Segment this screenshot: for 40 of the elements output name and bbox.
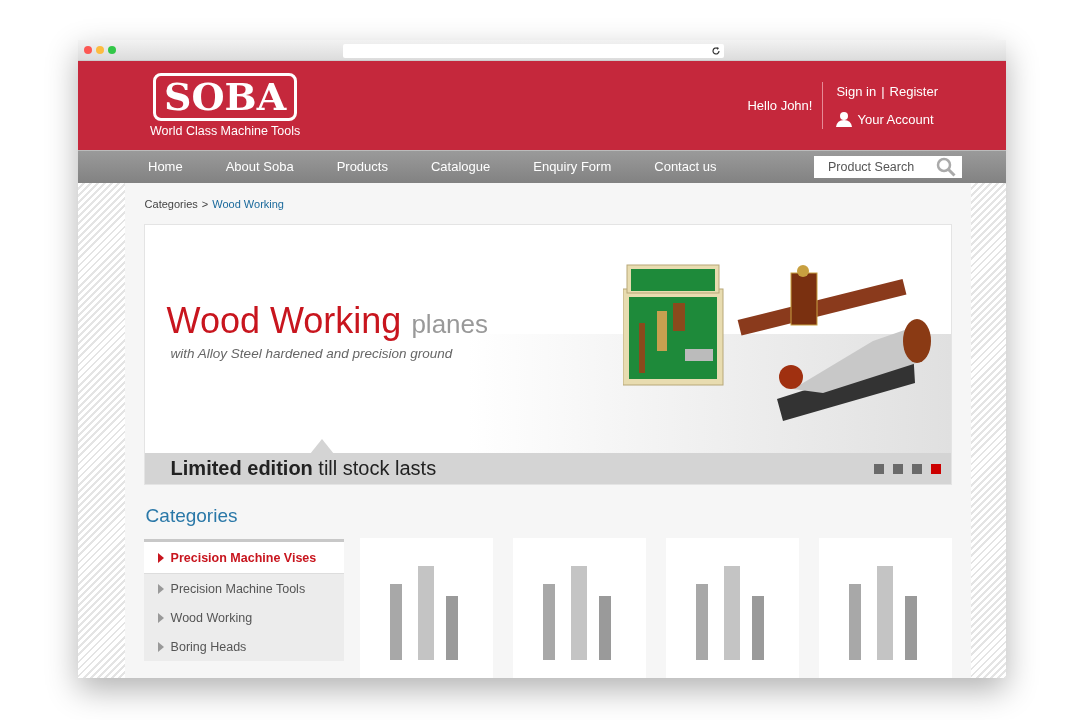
categories-heading: Categories (145, 505, 239, 527)
nav-link[interactable]: Contact us (654, 159, 717, 175)
banner-strip-text: Limited edition till stock lasts (170, 457, 437, 480)
nav-link[interactable]: Catalogue (430, 159, 491, 175)
banner-title: Wood Working (166, 300, 402, 341)
logo-wordmark[interactable]: SOBA (153, 73, 298, 121)
category-item[interactable]: Precision Machine Tools (143, 574, 344, 603)
slide-indicator[interactable] (873, 463, 884, 474)
product-card[interactable] (512, 538, 646, 678)
breadcrumb-link[interactable]: Categories (144, 198, 198, 210)
nav-link[interactable]: Enquiry Form (533, 159, 612, 175)
nav-link[interactable]: About Soba (225, 159, 294, 175)
category-item[interactable]: Wood Working (143, 603, 344, 632)
link-separator: | (881, 84, 885, 99)
product-card[interactable] (665, 538, 799, 678)
breadcrumb-separator: > (201, 198, 209, 210)
logo-tagline: World Class Machine Tools (150, 124, 301, 138)
slide-indicator[interactable] (930, 463, 941, 474)
category-item[interactable]: Precision Machine Vises (143, 542, 344, 574)
product-search-field[interactable]: Product Search (814, 155, 930, 178)
banner-title-suffix: planes (411, 309, 488, 339)
search-icon[interactable] (930, 155, 962, 178)
nav-link[interactable]: Products (336, 159, 388, 175)
banner-subtitle: with Alloy Steel hardened and precision ground (170, 346, 454, 361)
register-link[interactable]: Register (889, 84, 938, 99)
slide-indicator[interactable] (892, 463, 903, 474)
zoom-dot-icon[interactable] (108, 46, 116, 55)
category-item[interactable]: Boring Heads (143, 632, 344, 661)
sign-in-link[interactable]: Sign in (836, 84, 877, 99)
product-card[interactable] (818, 538, 952, 678)
nav-link[interactable]: Home (148, 159, 183, 175)
product-card[interactable] (359, 538, 493, 678)
close-dot-icon[interactable] (84, 46, 92, 55)
user-icon (836, 111, 853, 127)
greeting: Hello John! (747, 98, 814, 113)
reload-icon[interactable] (711, 46, 721, 56)
breadcrumb-current[interactable]: Wood Working (212, 198, 284, 210)
minimize-dot-icon[interactable] (96, 46, 104, 55)
your-account-link[interactable]: Your Account (857, 111, 934, 127)
slide-indicator[interactable] (911, 463, 922, 474)
